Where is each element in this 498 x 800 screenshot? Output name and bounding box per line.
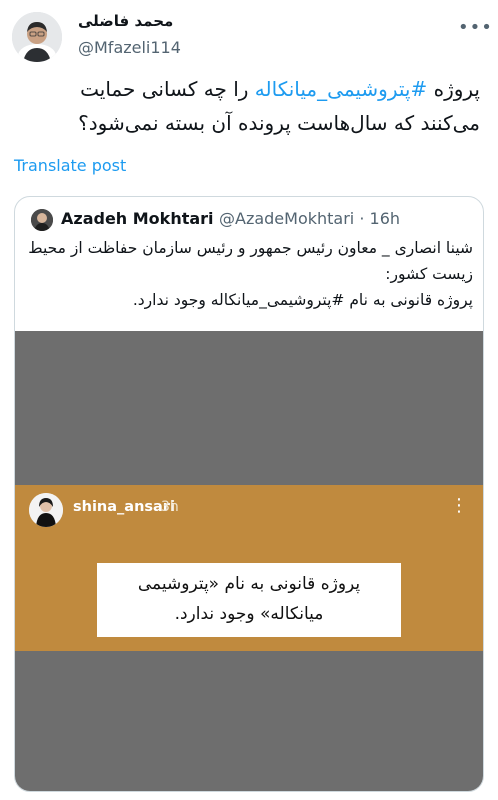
quote-line2-before: پروژه قانونی به نام bbox=[344, 291, 473, 309]
quote-text-line1: شینا انصاری _ معاون رئیس جمهور و رئیس سا… bbox=[28, 239, 473, 283]
tweet-text-before: پروژه bbox=[427, 77, 480, 101]
author-avatar[interactable] bbox=[12, 12, 62, 62]
story-text-sticker: پروژه قانونی به نام «پتروشیمی میانکاله» … bbox=[97, 563, 401, 637]
quote-handle-time: @AzadeMokhtari · 16h bbox=[219, 209, 400, 228]
quote-time: 16h bbox=[369, 209, 401, 228]
more-horizontal-icon[interactable]: ••• bbox=[458, 18, 492, 38]
quote-text: شینا انصاری _ معاون رئیس جمهور و رئیس سا… bbox=[25, 235, 473, 313]
author-photo bbox=[12, 12, 62, 62]
quote-author-avatar bbox=[31, 209, 53, 231]
quote-text-line2: پروژه قانونی به نام #پتروشیمی_میانکاله و… bbox=[25, 287, 473, 313]
tweet-hashtag-link[interactable]: #پتروشیمی_میانکاله bbox=[255, 77, 427, 101]
story-screenshot-band: shina_ansari 3h ⋮ پروژه قانونی به نام «پ… bbox=[15, 485, 483, 651]
author-handle[interactable]: @Mfazeli114 bbox=[78, 38, 181, 57]
quote-author-photo bbox=[31, 209, 53, 231]
quote-author-name: Azadeh Mokhtari bbox=[61, 209, 214, 228]
quoted-post-card[interactable]: Azadeh Mokhtari @AzadeMokhtari · 16h شین… bbox=[14, 196, 484, 792]
story-avatar-photo bbox=[29, 493, 63, 527]
author-display-name[interactable]: محمد فاضلی bbox=[78, 12, 173, 30]
quote-hashtag: #پتروشیمی_میانکاله bbox=[210, 291, 345, 309]
quote-media-image[interactable]: shina_ansari 3h ⋮ پروژه قانونی به نام «پ… bbox=[15, 331, 483, 791]
more-vertical-icon: ⋮ bbox=[450, 495, 468, 516]
story-avatar bbox=[29, 493, 63, 527]
quote-separator: · bbox=[354, 209, 370, 228]
story-username: shina_ansari bbox=[73, 499, 175, 515]
story-time: 3h bbox=[161, 499, 179, 515]
quote-author-handle: @AzadeMokhtari bbox=[219, 209, 355, 228]
tweet-text: پروژه #پتروشیمی_میانکاله را چه کسانی حما… bbox=[20, 72, 480, 140]
quote-line2-after: وجود ندارد. bbox=[132, 291, 211, 309]
translate-post-link[interactable]: Translate post bbox=[14, 156, 126, 175]
